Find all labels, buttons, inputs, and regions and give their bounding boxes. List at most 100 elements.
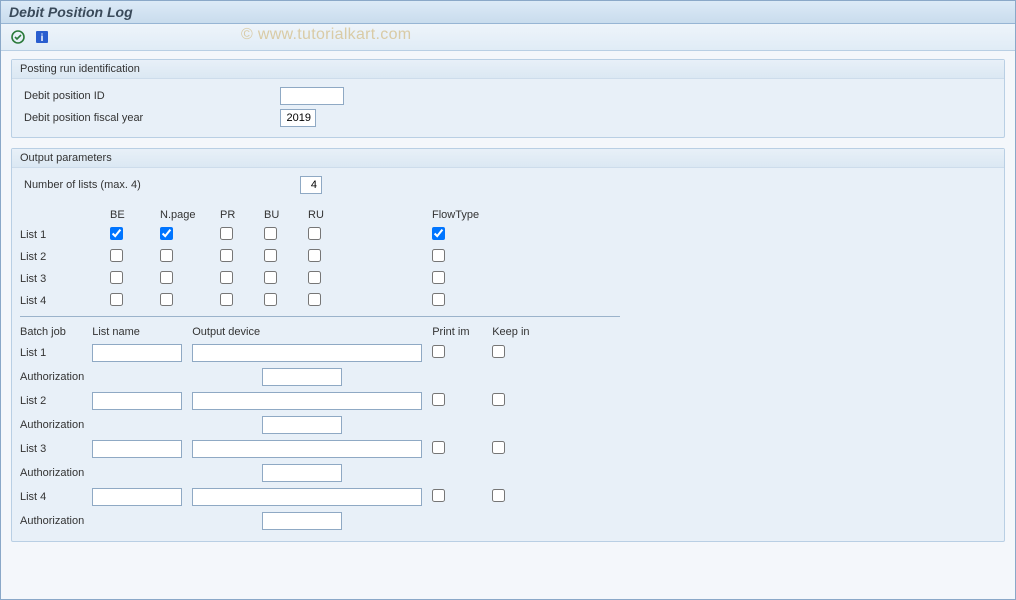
batch-job-section: Batch job List name Output device Print … xyxy=(20,323,996,533)
group-output-parameters: Output parameters Number of lists (max. … xyxy=(11,148,1005,542)
authorization-label: Authorization xyxy=(20,365,92,389)
batch-header-row: Batch job List name Output device Print … xyxy=(20,323,552,341)
batch-row: List 2 xyxy=(20,389,552,413)
chk-flowtype[interactable] xyxy=(432,271,445,284)
listname-input[interactable] xyxy=(92,392,182,410)
batch-row-label: List 1 xyxy=(20,341,92,365)
chk-print-immediately[interactable] xyxy=(432,489,445,502)
chk-be[interactable] xyxy=(110,227,123,240)
authorization-input[interactable] xyxy=(262,464,342,482)
chk-keep-in-spool[interactable] xyxy=(492,345,505,358)
number-of-lists-label: Number of lists (max. 4) xyxy=(20,179,300,191)
batch-row-label: List 4 xyxy=(20,485,92,509)
chk-flowtype[interactable] xyxy=(432,293,445,306)
chk-flowtype[interactable] xyxy=(432,227,445,240)
app-toolbar: i © www.tutorialkart.com xyxy=(1,24,1015,51)
row-label: List 4 xyxy=(20,290,110,312)
info-button[interactable]: i xyxy=(31,27,53,47)
chk-keep-in-spool[interactable] xyxy=(492,393,505,406)
batch-row: List 4 xyxy=(20,485,552,509)
authorization-input[interactable] xyxy=(262,512,342,530)
chk-be[interactable] xyxy=(110,271,123,284)
col-flowtype: FlowType xyxy=(432,206,491,224)
chk-be[interactable] xyxy=(110,293,123,306)
chk-ru[interactable] xyxy=(308,271,321,284)
watermark-text: © www.tutorialkart.com xyxy=(241,26,411,44)
chk-keep-in-spool[interactable] xyxy=(492,489,505,502)
listname-input[interactable] xyxy=(92,344,182,362)
chk-bu[interactable] xyxy=(264,249,277,262)
authorization-label: Authorization xyxy=(20,461,92,485)
number-of-lists-input[interactable] xyxy=(300,176,322,194)
batch-auth-row: Authorization xyxy=(20,413,552,437)
chk-ru[interactable] xyxy=(308,293,321,306)
row-label: List 2 xyxy=(20,246,110,268)
grid-row: List 2 xyxy=(20,246,491,268)
col-batchjob: Batch job xyxy=(20,323,92,341)
row-label: List 1 xyxy=(20,224,110,246)
chk-flowtype[interactable] xyxy=(432,249,445,262)
chk-print-immediately[interactable] xyxy=(432,345,445,358)
output-device-input[interactable] xyxy=(192,488,422,506)
chk-print-immediately[interactable] xyxy=(432,393,445,406)
title-bar: Debit Position Log xyxy=(1,1,1015,24)
chk-pr[interactable] xyxy=(220,293,233,306)
group-posting-run: Posting run identification Debit positio… xyxy=(11,59,1005,138)
batch-auth-row: Authorization xyxy=(20,365,552,389)
chk-keep-in-spool[interactable] xyxy=(492,441,505,454)
execute-button[interactable] xyxy=(7,27,29,47)
authorization-label: Authorization xyxy=(20,413,92,437)
chk-npage[interactable] xyxy=(160,271,173,284)
chk-npage[interactable] xyxy=(160,249,173,262)
output-device-input[interactable] xyxy=(192,440,422,458)
listname-input[interactable] xyxy=(92,488,182,506)
authorization-label: Authorization xyxy=(20,509,92,533)
chk-bu[interactable] xyxy=(264,271,277,284)
col-listname: List name xyxy=(92,323,192,341)
chk-npage[interactable] xyxy=(160,227,173,240)
col-be: BE xyxy=(110,206,160,224)
chk-be[interactable] xyxy=(110,249,123,262)
debit-position-id-input[interactable] xyxy=(280,87,344,105)
fiscal-year-input[interactable] xyxy=(280,109,316,127)
separator xyxy=(20,316,620,317)
execute-icon xyxy=(10,29,26,45)
col-bu: BU xyxy=(264,206,308,224)
col-ru: RU xyxy=(308,206,352,224)
listname-input[interactable] xyxy=(92,440,182,458)
chk-ru[interactable] xyxy=(308,227,321,240)
group-posting-run-title: Posting run identification xyxy=(12,60,1004,79)
list-options-grid: BE N.page PR BU RU FlowType List 1List 2… xyxy=(20,206,996,312)
chk-pr[interactable] xyxy=(220,271,233,284)
chk-pr[interactable] xyxy=(220,227,233,240)
page-title: Debit Position Log xyxy=(9,4,1007,20)
chk-pr[interactable] xyxy=(220,249,233,262)
batch-row: List 3 xyxy=(20,437,552,461)
grid-header-row: BE N.page PR BU RU FlowType xyxy=(20,206,491,224)
batch-row-label: List 2 xyxy=(20,389,92,413)
col-outputdevice: Output device xyxy=(192,323,432,341)
row-label: List 3 xyxy=(20,268,110,290)
output-device-input[interactable] xyxy=(192,344,422,362)
col-npage: N.page xyxy=(160,206,220,224)
chk-npage[interactable] xyxy=(160,293,173,306)
col-keepin: Keep in xyxy=(492,323,552,341)
batch-row: List 1 xyxy=(20,341,552,365)
batch-row-label: List 3 xyxy=(20,437,92,461)
authorization-input[interactable] xyxy=(262,368,342,386)
info-icon: i xyxy=(35,30,49,44)
output-device-input[interactable] xyxy=(192,392,422,410)
debit-position-id-label: Debit position ID xyxy=(20,90,280,102)
grid-row: List 3 xyxy=(20,268,491,290)
batch-auth-row: Authorization xyxy=(20,461,552,485)
col-printim: Print im xyxy=(432,323,492,341)
batch-auth-row: Authorization xyxy=(20,509,552,533)
chk-ru[interactable] xyxy=(308,249,321,262)
grid-row: List 1 xyxy=(20,224,491,246)
authorization-input[interactable] xyxy=(262,416,342,434)
col-pr: PR xyxy=(220,206,264,224)
svg-text:i: i xyxy=(41,33,44,44)
chk-print-immediately[interactable] xyxy=(432,441,445,454)
chk-bu[interactable] xyxy=(264,227,277,240)
chk-bu[interactable] xyxy=(264,293,277,306)
